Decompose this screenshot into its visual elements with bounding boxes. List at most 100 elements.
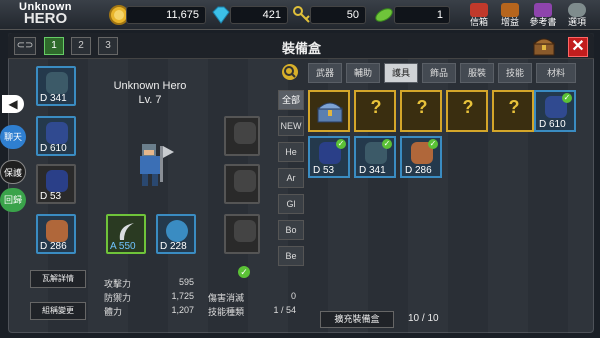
- key-counter: 50: [310, 6, 366, 24]
- equip-slot-armor[interactable]: D 610: [36, 116, 76, 156]
- filter-armor[interactable]: Ar: [278, 168, 304, 188]
- options-button[interactable]: 選項: [563, 2, 591, 28]
- back-arrow-icon[interactable]: ◀: [2, 95, 24, 113]
- book-label: 參考書: [529, 17, 557, 27]
- defense-value: 1,725: [171, 291, 194, 301]
- book-icon: [534, 3, 552, 17]
- loadout-2-button[interactable]: 2: [71, 37, 91, 55]
- box-count: 10 / 10: [408, 313, 439, 324]
- expand-box-button[interactable]: 擴充裝備盒: [320, 311, 394, 328]
- item-slot-unknown-boot[interactable]: ?: [492, 90, 534, 132]
- filter-all[interactable]: 全部: [278, 90, 304, 110]
- equip-slot-boots[interactable]: D 286: [36, 214, 76, 254]
- buff-icon: [501, 3, 519, 17]
- hero-sprite: [128, 140, 176, 194]
- shield-slot-label: D 228: [160, 241, 187, 252]
- tab-weapon[interactable]: 武器: [308, 63, 342, 83]
- item-label: D 53: [313, 165, 335, 176]
- return-button[interactable]: 回歸: [0, 188, 26, 212]
- game-logo: Unknown HERO: [8, 1, 83, 27]
- buff-button[interactable]: 增益: [496, 2, 524, 28]
- tab-accessory[interactable]: 飾品: [422, 63, 456, 83]
- treasure-chest-icon[interactable]: [532, 36, 556, 56]
- item-slot-unknown-glove[interactable]: ?: [446, 90, 488, 132]
- leaf-icon: [373, 4, 395, 26]
- tab-support[interactable]: 輔助: [346, 63, 380, 83]
- mail-button[interactable]: 信箱: [465, 2, 493, 28]
- item-slot[interactable]: ✓ D 53: [308, 136, 350, 178]
- loadout-3-button[interactable]: 3: [98, 37, 118, 55]
- rename-button[interactable]: 組稱變更: [30, 302, 86, 320]
- helmet-unknown-icon: ?: [370, 97, 382, 117]
- filter-gloves[interactable]: Gl: [278, 194, 304, 214]
- equip-slot-label: D 610: [40, 143, 67, 154]
- filter-boots[interactable]: Bo: [278, 220, 304, 240]
- equip-slot-helmet[interactable]: D 341: [36, 66, 76, 106]
- accessory-slot-2[interactable]: [224, 164, 260, 204]
- hp-value: 1,207: [171, 305, 194, 315]
- check-icon: ✓: [238, 266, 250, 278]
- defense-label: 防禦力: [104, 293, 132, 303]
- check-icon: ✓: [562, 93, 572, 103]
- item-slot[interactable]: ✓ D 341: [354, 136, 396, 178]
- item-slot-unknown-helmet[interactable]: ?: [354, 90, 396, 132]
- boot-unknown-icon: ?: [508, 97, 520, 117]
- equip-slot-label: D 341: [40, 93, 67, 104]
- item-label: D 610: [539, 119, 566, 130]
- dismantle-detail-button[interactable]: 瓦解詳情: [30, 270, 86, 288]
- glove-unknown-icon: ?: [462, 97, 474, 117]
- item-slot[interactable]: ✓ D 286: [400, 136, 442, 178]
- options-label: 選項: [567, 17, 586, 27]
- gear-icon: [568, 3, 586, 17]
- armor-unknown-icon: ?: [416, 97, 428, 117]
- tab-material[interactable]: 材料: [536, 63, 576, 83]
- boots-icon: [46, 220, 68, 242]
- gold-counter: 11,675: [126, 6, 206, 24]
- attack-value: 595: [178, 277, 194, 287]
- hero-name: Unknown Hero: [113, 80, 187, 92]
- item-slot-unknown-armor[interactable]: ?: [400, 90, 442, 132]
- chest-icon: [316, 98, 344, 124]
- leaf-counter: 1: [394, 6, 450, 24]
- shield-slot[interactable]: D 228: [156, 214, 196, 254]
- link-icon: ⊂⊃: [16, 40, 34, 51]
- chat-button[interactable]: 聊天: [0, 125, 26, 149]
- tab-armor[interactable]: 護具: [384, 63, 418, 83]
- filter-new[interactable]: NEW: [278, 116, 304, 136]
- mail-label: 信箱: [469, 17, 488, 27]
- skill-type-value: 1 / 54: [273, 305, 296, 315]
- equip-slot-gloves[interactable]: D 53: [36, 164, 76, 204]
- search-button[interactable]: [282, 64, 298, 80]
- skill-type-label: 技能種類: [208, 307, 245, 317]
- item-slot-chest[interactable]: [308, 90, 350, 132]
- armor-icon: [46, 122, 68, 144]
- equipment-box-title: 裝備盒: [282, 41, 322, 56]
- equip-slot-label: D 286: [40, 241, 67, 252]
- filter-belt[interactable]: Be: [278, 246, 304, 266]
- scythe-icon: [116, 220, 138, 242]
- equip-slot-label: D 53: [40, 191, 62, 202]
- logo-line2: HERO: [23, 10, 68, 27]
- mail-icon: [470, 3, 488, 17]
- buff-label: 增益: [500, 17, 519, 27]
- close-button[interactable]: ✕: [568, 37, 588, 57]
- tab-skill[interactable]: 技能: [498, 63, 532, 83]
- item-slot[interactable]: ✓ D 610: [534, 90, 576, 132]
- protect-button[interactable]: 保護: [0, 160, 26, 184]
- weapon-slot[interactable]: A 550: [106, 214, 146, 254]
- tab-costume[interactable]: 服裝: [460, 63, 494, 83]
- accessory-slot-1[interactable]: [224, 116, 260, 156]
- damage-reduce-value: 0: [290, 291, 296, 301]
- gem-icon: [210, 4, 232, 26]
- costume-icon: [234, 220, 256, 242]
- damage-reduce-label: 傷害消滅: [208, 293, 245, 303]
- hp-label: 體力: [104, 307, 123, 317]
- link-button[interactable]: ⊂⊃: [14, 37, 36, 55]
- item-label: D 286: [405, 165, 432, 176]
- accessory-icon: [234, 122, 256, 144]
- filter-helmet[interactable]: He: [278, 142, 304, 162]
- book-button[interactable]: 參考書: [527, 2, 559, 28]
- attack-label: 攻擊力: [104, 279, 132, 289]
- loadout-1-button[interactable]: 1: [44, 37, 64, 55]
- costume-slot[interactable]: [224, 214, 260, 254]
